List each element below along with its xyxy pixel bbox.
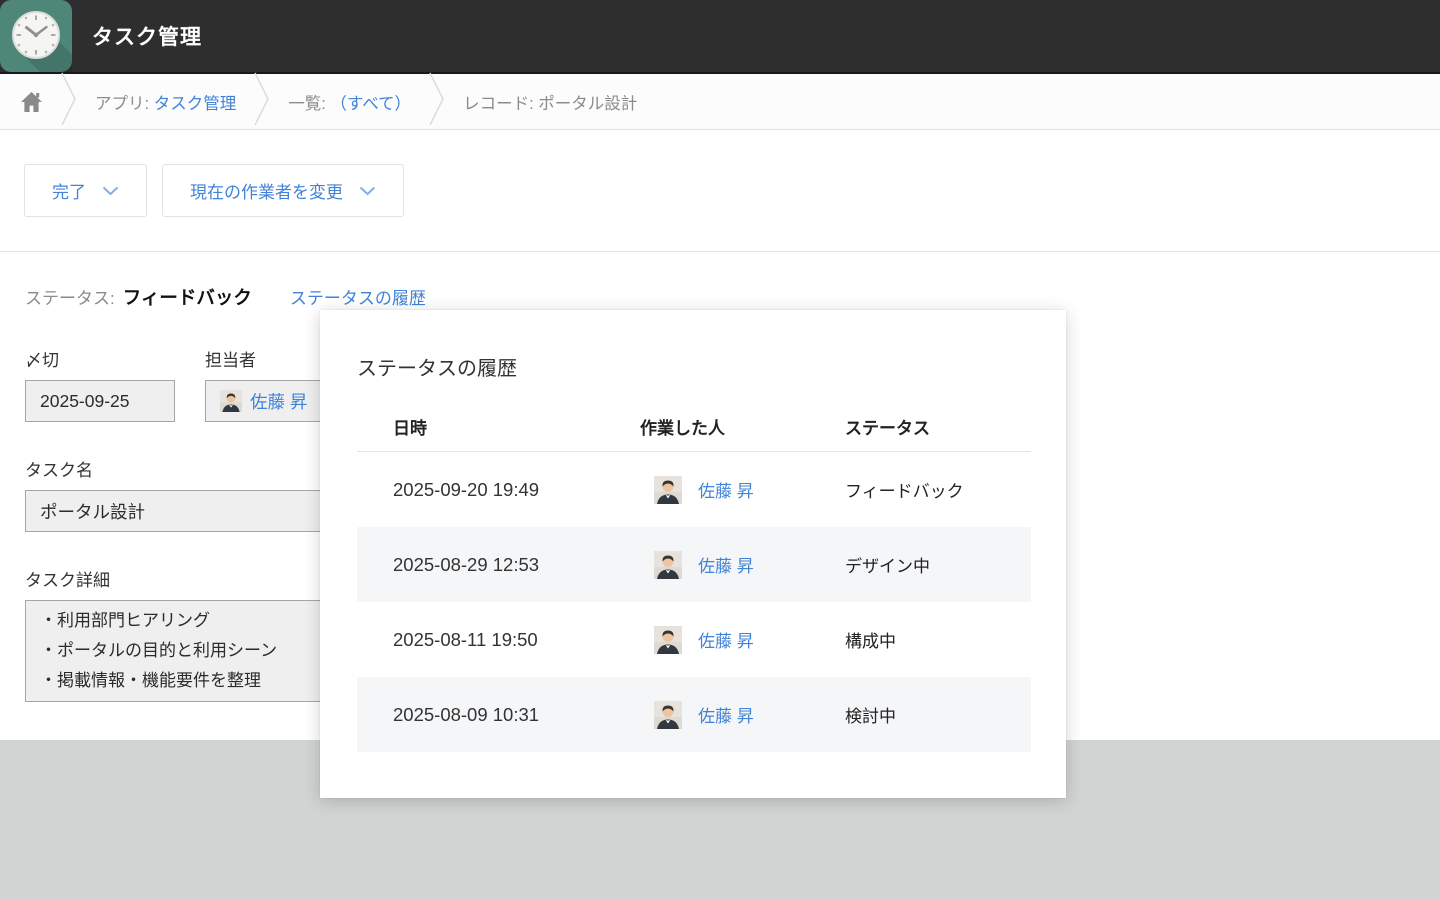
app-title: タスク管理 [92, 21, 202, 51]
history-datetime: 2025-08-11 19:50 [357, 629, 640, 651]
user-avatar [654, 476, 682, 504]
history-status: 検討中 [845, 702, 1031, 727]
status-row: ステータス: フィードバック ステータスの履歴 [25, 284, 1440, 310]
history-user: 佐藤 昇 [640, 626, 845, 654]
app-clock-icon[interactable] [0, 0, 72, 72]
history-status: デザイン中 [845, 552, 1031, 577]
complete-status-label: 完了 [52, 178, 86, 203]
dialog-title: ステータスの履歴 [357, 352, 1066, 381]
history-user-link[interactable]: 佐藤 昇 [698, 627, 754, 652]
column-header-datetime: 日時 [357, 414, 640, 439]
change-worker-button[interactable]: 現在の作業者を変更 [162, 164, 404, 217]
history-user: 佐藤 昇 [640, 476, 845, 504]
action-toolbar: 完了 現在の作業者を変更 [0, 130, 1440, 252]
table-header-row: 日時 作業した人 ステータス [357, 401, 1031, 452]
history-user-link[interactable]: 佐藤 昇 [698, 552, 754, 577]
breadcrumb-app: アプリ: タスク管理 [95, 90, 236, 114]
breadcrumb-list: 一覧: （すべて） [288, 90, 411, 114]
history-user: 佐藤 昇 [640, 701, 845, 729]
history-datetime: 2025-08-09 10:31 [357, 704, 640, 726]
deadline-value: 2025-09-25 [25, 380, 175, 422]
app-header: タスク管理 [0, 0, 1440, 74]
history-datetime: 2025-08-29 12:53 [357, 554, 640, 576]
table-row: 2025-08-09 10:31 佐藤 昇 検討中 [357, 677, 1031, 752]
change-worker-label: 現在の作業者を変更 [190, 178, 343, 203]
history-user-link[interactable]: 佐藤 昇 [698, 702, 754, 727]
deadline-label: 〆切 [25, 346, 175, 371]
breadcrumb-chevron-icon [61, 72, 77, 131]
breadcrumb-list-label: 一覧: [288, 95, 326, 113]
breadcrumb-list-link[interactable]: （すべて） [330, 95, 411, 113]
user-avatar [220, 390, 242, 412]
column-header-status: ステータス [845, 414, 1031, 439]
breadcrumb-chevron-icon [254, 72, 270, 131]
table-row: 2025-09-20 19:49 佐藤 昇 フィードバック [357, 452, 1031, 527]
chevron-down-icon [102, 186, 119, 196]
status-history-table: 日時 作業した人 ステータス 2025-09-20 19:49 佐藤 昇 フ [357, 401, 1031, 752]
breadcrumb: アプリ: タスク管理 一覧: （すべて） レコード: ポータル設計 [0, 74, 1440, 130]
status-value: フィードバック [123, 284, 252, 310]
history-status: フィードバック [845, 477, 1031, 502]
page: タスク管理 アプリ: タスク管理 一覧: （すべて） レコード: ポータ [0, 0, 1440, 900]
user-avatar [654, 551, 682, 579]
history-user-link[interactable]: 佐藤 昇 [698, 477, 754, 502]
user-avatar [654, 701, 682, 729]
breadcrumb-app-label: アプリ: [95, 95, 149, 113]
table-row: 2025-08-29 12:53 佐藤 昇 デザイン中 [357, 527, 1031, 602]
history-status: 構成中 [845, 627, 1031, 652]
breadcrumb-record-name: ポータル設計 [538, 95, 637, 113]
breadcrumb-record-label: レコード: [463, 95, 534, 113]
status-history-link[interactable]: ステータスの履歴 [290, 284, 426, 309]
home-icon[interactable] [20, 91, 43, 113]
chevron-down-icon [359, 186, 376, 196]
history-user: 佐藤 昇 [640, 551, 845, 579]
table-row: 2025-08-11 19:50 佐藤 昇 構成中 [357, 602, 1031, 677]
status-history-dialog: ステータスの履歴 日時 作業した人 ステータス 2025-09-20 19:49 [320, 310, 1066, 798]
breadcrumb-record: レコード: ポータル設計 [463, 90, 637, 114]
complete-status-button[interactable]: 完了 [24, 164, 147, 217]
breadcrumb-chevron-icon [429, 72, 445, 131]
column-header-user: 作業した人 [640, 414, 845, 439]
history-datetime: 2025-09-20 19:49 [357, 479, 640, 501]
deadline-field: 〆切 2025-09-25 [25, 346, 175, 422]
status-label: ステータス: [25, 284, 115, 309]
breadcrumb-app-link[interactable]: タスク管理 [154, 95, 237, 113]
assignee-user-link[interactable]: 佐藤 昇 [250, 389, 307, 414]
user-avatar [654, 626, 682, 654]
